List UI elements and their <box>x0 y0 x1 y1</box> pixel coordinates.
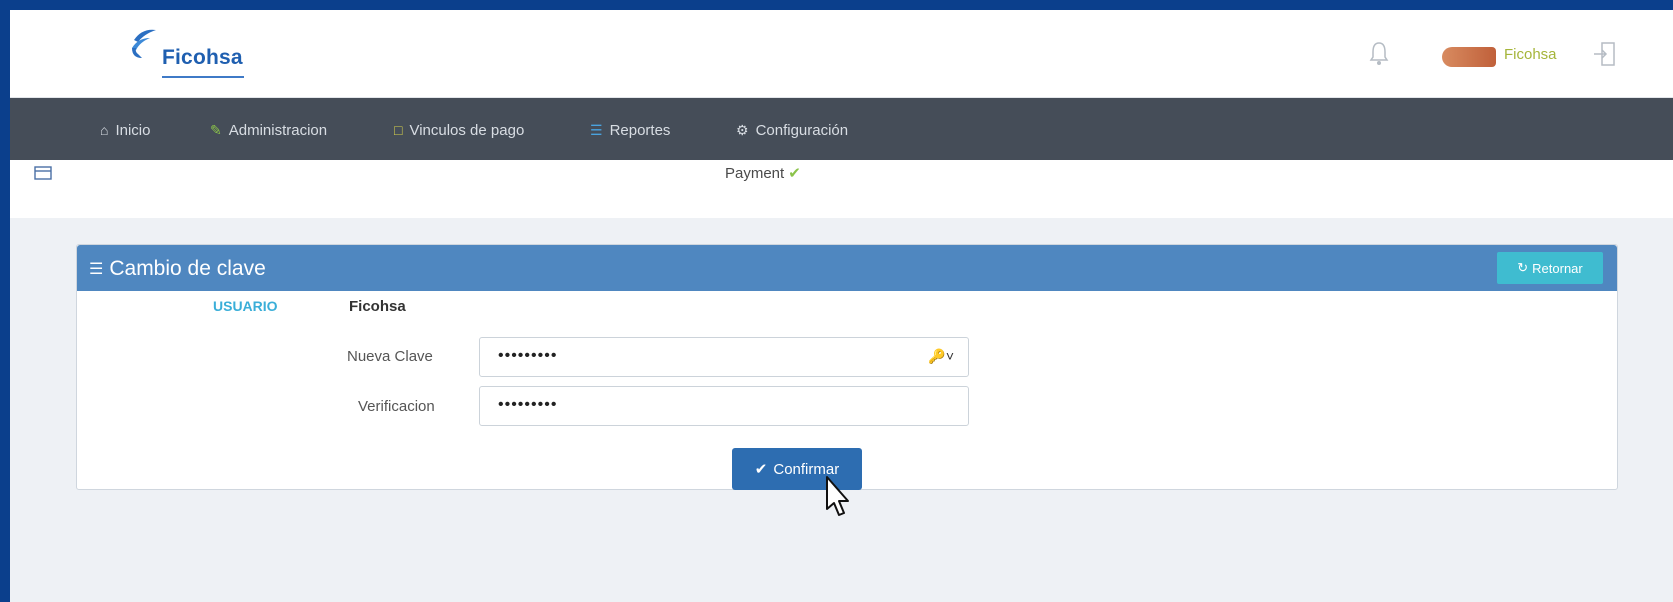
refresh-icon: ↻ <box>1517 260 1529 275</box>
nav-item-administracion[interactable]: ✎ Administracion <box>210 120 327 140</box>
nav-item-label: Inicio <box>115 121 151 139</box>
app-window: Ficohsa Ficohsa ⌂ Inicio ✎ Administracio… <box>10 10 1673 602</box>
new-password-label: Nueva Clave <box>347 348 433 365</box>
brand-name: Ficohsa <box>162 46 243 69</box>
main-navbar: ⌂ Inicio ✎ Administracion □ Vinculos de … <box>10 98 1673 160</box>
nav-item-label: Administracion <box>228 121 328 139</box>
list-icon: ☰ <box>89 261 104 278</box>
verification-field[interactable]: ••••••••• <box>479 386 969 426</box>
mouse-cursor-icon <box>826 476 849 516</box>
user-value: Ficohsa <box>349 298 406 315</box>
nav-item-reportes[interactable]: ☰ Reportes <box>590 120 670 140</box>
bell-icon[interactable] <box>1368 40 1390 66</box>
nav-item-inicio[interactable]: ⌂ Inicio <box>100 120 151 140</box>
ficohsa-logo-icon <box>132 29 156 58</box>
home-icon: ⌂ <box>100 122 109 138</box>
payment-status: Payment ✔ <box>725 164 801 182</box>
panel-title: ☰ Cambio de clave <box>89 257 266 281</box>
panel-header: ☰ Cambio de clave ↻ Retornar <box>77 245 1617 291</box>
check-icon: ✔ <box>754 461 768 478</box>
nav-item-label: Configuración <box>755 121 849 139</box>
payment-label: Payment <box>725 165 785 182</box>
new-password-field[interactable]: ••••••••• 🔑˅ <box>479 337 969 377</box>
user-label: USUARIO <box>213 298 278 314</box>
credit-card-icon[interactable] <box>34 166 52 180</box>
change-password-panel: ☰ Cambio de clave ↻ Retornar USUARIO Fic… <box>76 244 1618 490</box>
pencil-icon: ✎ <box>210 121 222 138</box>
header-user-name[interactable]: Ficohsa <box>1504 46 1557 63</box>
sub-strip: Payment ✔ <box>10 160 1673 218</box>
nav-item-label: Reportes <box>609 121 671 139</box>
brand-logo[interactable]: Ficohsa <box>128 26 258 86</box>
top-header: Ficohsa Ficohsa <box>10 10 1673 98</box>
panel-title-text: Cambio de clave <box>109 257 266 280</box>
gear-icon: ⚙ <box>736 121 749 138</box>
logout-icon[interactable] <box>1592 40 1618 68</box>
nav-item-label: Vinculos de pago <box>409 121 525 139</box>
document-icon: □ <box>394 122 403 138</box>
nav-item-vinculos-de-pago[interactable]: □ Vinculos de pago <box>394 120 524 140</box>
check-icon: ✔ <box>788 165 801 182</box>
list-icon: ☰ <box>590 121 603 138</box>
key-icon[interactable]: 🔑˅ <box>928 348 954 365</box>
new-password-value: ••••••••• <box>498 347 558 364</box>
avatar[interactable] <box>1442 47 1496 67</box>
verification-value: ••••••••• <box>498 396 558 413</box>
return-button[interactable]: ↻ Retornar <box>1497 252 1603 284</box>
return-label: Retornar <box>1532 260 1583 276</box>
verification-label: Verificacion <box>358 398 435 415</box>
nav-item-configuracion[interactable]: ⚙ Configuración <box>736 120 848 140</box>
logo-underline <box>162 76 244 78</box>
